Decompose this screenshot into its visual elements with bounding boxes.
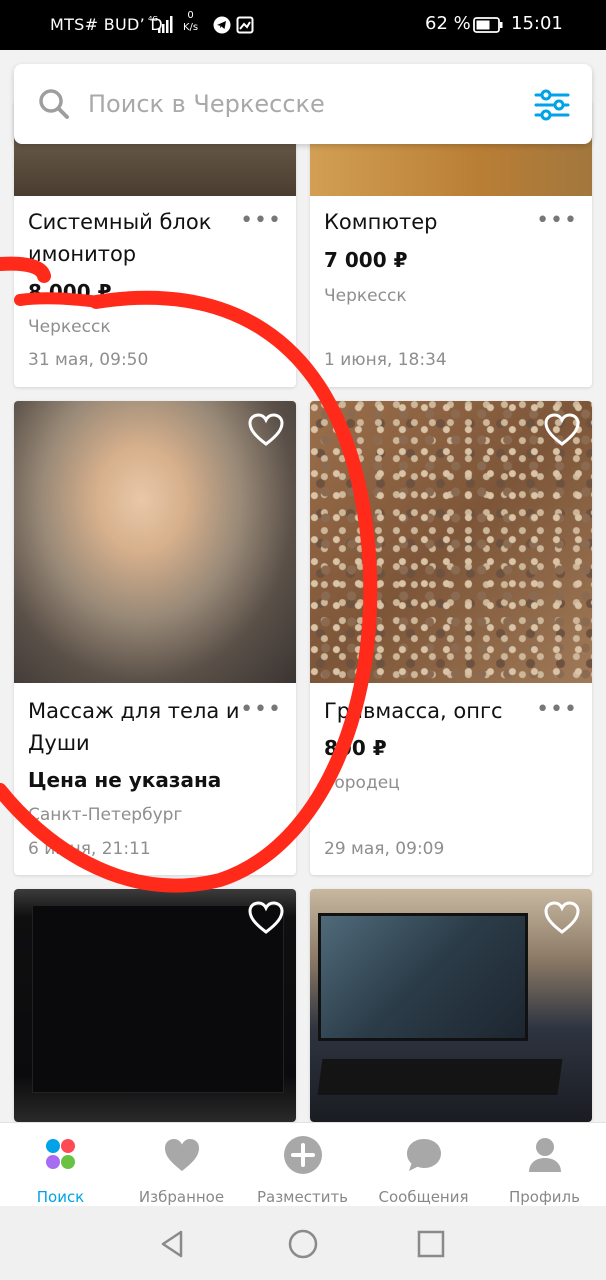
- more-options-icon[interactable]: •••: [240, 699, 282, 721]
- sliders-icon[interactable]: [534, 88, 570, 122]
- listing-price: 8 000 ₽: [28, 280, 112, 304]
- more-options-icon[interactable]: •••: [536, 210, 578, 232]
- network-type: 4G: [148, 15, 158, 23]
- nav-profile-label: Профиль: [509, 1188, 580, 1206]
- listing-date: 29 мая, 09:09: [324, 839, 445, 859]
- search-icon[interactable]: [38, 88, 70, 120]
- keyboard: [317, 1059, 563, 1095]
- battery-icon: [473, 17, 503, 33]
- listing-location: Черкесск: [28, 317, 111, 337]
- listing-card[interactable]: Массаж для тела и Души ••• Цена не указа…: [14, 401, 296, 875]
- signal-icon: 4G: [148, 15, 173, 33]
- listing-date: 31 мая, 09:50: [28, 350, 149, 370]
- back-triangle-icon[interactable]: [157, 1228, 189, 1260]
- listing-location: Городец: [324, 773, 400, 793]
- nav-favorites[interactable]: Избранное: [121, 1133, 242, 1206]
- battery-percent: 62 %: [425, 13, 471, 34]
- listing-date: 1 июня, 18:34: [324, 350, 447, 370]
- nav-post-label: Разместить: [256, 1188, 349, 1206]
- network-speed: 0 K/s: [183, 10, 199, 33]
- search-input[interactable]: [88, 82, 508, 126]
- heart-icon: [165, 1139, 199, 1171]
- listing-title[interactable]: Массаж для тела и Души: [28, 695, 258, 759]
- nav-search[interactable]: Поиск: [0, 1133, 121, 1206]
- home-circle-icon[interactable]: [287, 1228, 319, 1260]
- favorite-heart-icon[interactable]: [248, 413, 284, 447]
- more-options-icon[interactable]: •••: [240, 210, 282, 232]
- listing-card[interactable]: [14, 889, 296, 1122]
- plus-circle-icon: [284, 1136, 322, 1174]
- search-dots-icon: [46, 1139, 75, 1169]
- listing-title[interactable]: Гравмасса, опгс: [324, 695, 554, 727]
- nav-search-label: Поиск: [36, 1188, 85, 1206]
- listing-date: 6 июня, 21:11: [28, 839, 151, 859]
- listing-card[interactable]: [310, 889, 592, 1122]
- listing-price: Цена не указана: [28, 768, 222, 792]
- nav-post[interactable]: Разместить: [242, 1133, 363, 1206]
- listing-price: 7 000 ₽: [324, 248, 408, 272]
- chat-bubble-icon: [407, 1139, 441, 1171]
- status-bar: MTS# BUD’ D 4G 0 K/s 62 % 15:01: [0, 0, 606, 50]
- nav-messages-label: Сообщения: [378, 1188, 469, 1206]
- profile-icon: [529, 1138, 561, 1172]
- system-navigation-bar: [0, 1206, 606, 1280]
- monitor-screen: [318, 913, 528, 1041]
- telegram-icon: [213, 16, 231, 34]
- listing-card[interactable]: Гравмасса, опгс ••• 800 ₽ Городец 29 мая…: [310, 401, 592, 875]
- nav-favorites-label: Избранное: [138, 1188, 225, 1206]
- listing-title[interactable]: Системный блок имонитор: [28, 206, 258, 270]
- monitor-screen: [32, 905, 284, 1093]
- favorite-heart-icon[interactable]: [544, 901, 580, 935]
- listing-price: 800 ₽: [324, 736, 387, 760]
- clock: 15:01: [511, 13, 563, 34]
- listing-location: Черкесск: [324, 286, 407, 306]
- search-bar[interactable]: [14, 64, 592, 144]
- carrier-label: MTS# BUD’ D: [50, 15, 164, 34]
- recents-square-icon[interactable]: [415, 1228, 447, 1260]
- image-notification-icon: [236, 16, 254, 34]
- listing-title[interactable]: Компютер: [324, 206, 554, 238]
- bottom-navigation: Поиск Избранное Разместить Сообщения Про…: [0, 1122, 606, 1206]
- listing-location: Санкт-Петербург: [28, 805, 183, 825]
- nav-messages[interactable]: Сообщения: [363, 1133, 484, 1206]
- favorite-heart-icon[interactable]: [248, 901, 284, 935]
- favorite-heart-icon[interactable]: [544, 413, 580, 447]
- more-options-icon[interactable]: •••: [536, 699, 578, 721]
- nav-profile[interactable]: Профиль: [484, 1133, 605, 1206]
